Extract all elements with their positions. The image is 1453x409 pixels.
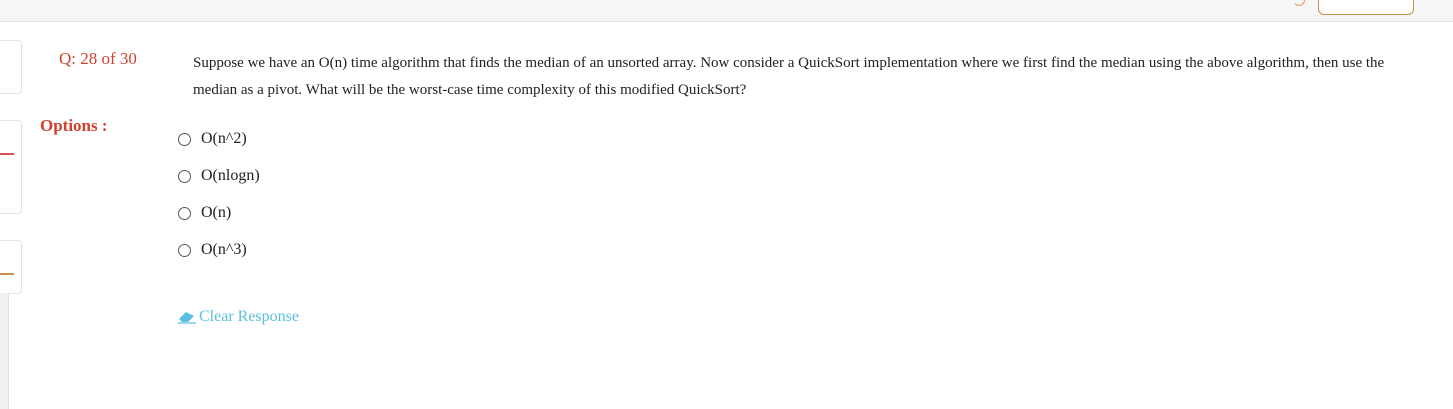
radio-button[interactable] xyxy=(178,206,191,220)
option-3[interactable]: O(n) xyxy=(178,203,231,223)
eraser-icon xyxy=(178,312,196,324)
side-panel-indicator xyxy=(0,153,14,155)
side-panel-card xyxy=(0,240,22,294)
radio-button[interactable] xyxy=(178,132,191,146)
radio-button[interactable] xyxy=(178,243,191,257)
radio-button[interactable] xyxy=(178,169,191,183)
options-label: Options : xyxy=(40,116,108,135)
side-panel-indicator xyxy=(0,273,14,275)
top-bar xyxy=(0,0,1453,22)
option-text: O(nlogn) xyxy=(201,167,260,184)
option-2[interactable]: O(nlogn) xyxy=(178,166,260,186)
side-panel-card xyxy=(0,120,22,214)
question-counter: Q: 28 of 30 xyxy=(59,49,137,68)
side-panel-card xyxy=(0,40,22,94)
option-4[interactable]: O(n^3) xyxy=(178,240,247,260)
option-text: O(n^2) xyxy=(201,130,247,147)
side-panel-scrollbar[interactable] xyxy=(0,293,9,409)
clear-response-label: Clear Response xyxy=(199,308,299,325)
top-action-button[interactable] xyxy=(1318,0,1414,15)
option-1[interactable]: O(n^2) xyxy=(178,129,247,149)
timer-icon xyxy=(1293,0,1305,6)
option-text: O(n) xyxy=(201,204,232,221)
option-text: O(n^3) xyxy=(201,241,247,258)
clear-response-button[interactable]: Clear Response xyxy=(177,308,299,326)
question-text: Suppose we have an O(n) time algorithm t… xyxy=(193,55,1385,98)
